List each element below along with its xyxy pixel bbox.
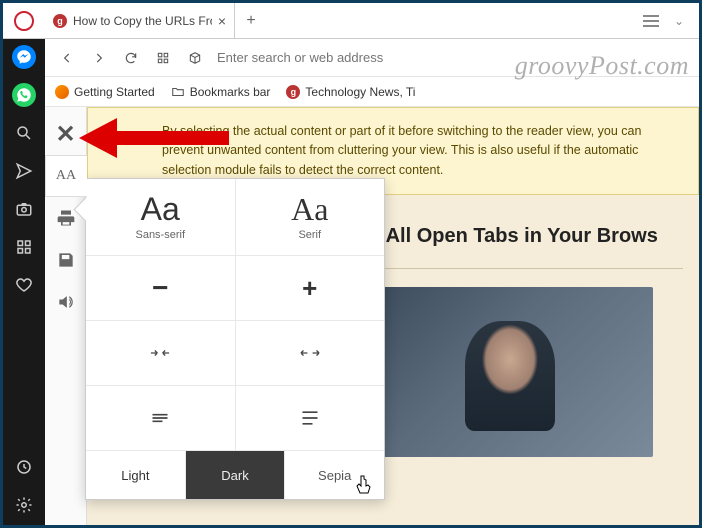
bookmark-tech-news[interactable]: g Technology News, Ti [286, 85, 415, 99]
font-settings-button[interactable]: AA [45, 155, 87, 197]
theme-label: Dark [221, 468, 248, 483]
close-reader-button[interactable]: ✕ [45, 113, 87, 155]
sample-text: Aa [291, 193, 328, 225]
groovypost-icon: g [286, 85, 300, 99]
search-icon[interactable] [12, 121, 36, 145]
decrease-line-height-button[interactable] [86, 386, 236, 450]
bookmark-label: Getting Started [74, 85, 155, 99]
option-label: Serif [298, 229, 321, 241]
bookmarks-bar: Getting Started Bookmarks bar g Technolog… [45, 77, 699, 107]
tab-title: How to Copy the URLs Fro [73, 14, 212, 28]
divider [363, 268, 683, 269]
opera-app-icon[interactable] [3, 3, 45, 38]
decrease-font-button[interactable]: − [86, 256, 236, 320]
option-label: Sans-serif [135, 229, 185, 241]
title-bar: g How to Copy the URLs Fro × + ⌄ [3, 3, 699, 39]
increase-line-height-button[interactable] [236, 386, 385, 450]
bookmark-label: Technology News, Ti [305, 85, 415, 99]
article-hero-image [363, 287, 653, 457]
folder-icon [171, 85, 185, 99]
close-tab-icon[interactable]: × [218, 13, 226, 29]
new-tab-button[interactable]: + [235, 3, 267, 38]
whatsapp-icon[interactable] [12, 83, 36, 107]
theme-dark-button[interactable]: Dark [186, 451, 286, 499]
theme-sepia-button[interactable]: Sepia [285, 451, 384, 499]
browser-sidebar [3, 39, 45, 525]
settings-icon[interactable] [12, 493, 36, 517]
easy-setup-icon[interactable] [643, 15, 659, 27]
bookmark-label: Bookmarks bar [190, 85, 271, 99]
wide-width-button[interactable] [236, 321, 385, 385]
forward-button[interactable] [85, 44, 113, 72]
font-serif-option[interactable]: Aa Serif [236, 179, 385, 255]
font-settings-popover: Aa Sans-serif Aa Serif − + Light Dark Se… [85, 178, 385, 500]
increase-font-button[interactable]: + [236, 256, 385, 320]
font-sans-serif-option[interactable]: Aa Sans-serif [86, 179, 236, 255]
nav-toolbar [45, 39, 699, 77]
reader-view-sidebar: ✕ AA [45, 107, 87, 525]
theme-label: Sepia [318, 468, 351, 483]
chevron-down-icon[interactable]: ⌄ [665, 14, 693, 28]
messenger-icon[interactable] [12, 45, 36, 69]
bookmark-folder-bookmarks-bar[interactable]: Bookmarks bar [171, 85, 271, 99]
send-icon[interactable] [12, 159, 36, 183]
narrow-width-button[interactable] [86, 321, 236, 385]
history-icon[interactable] [12, 455, 36, 479]
box-icon[interactable] [181, 44, 209, 72]
theme-light-button[interactable]: Light [86, 451, 186, 499]
theme-label: Light [121, 468, 149, 483]
reload-button[interactable] [117, 44, 145, 72]
camera-icon[interactable] [12, 197, 36, 221]
bookmark-getting-started[interactable]: Getting Started [55, 85, 155, 99]
tab-favicon: g [53, 14, 67, 28]
heart-icon[interactable] [12, 273, 36, 297]
address-bar[interactable] [213, 45, 691, 71]
speed-dial-icon[interactable] [149, 44, 177, 72]
save-button[interactable] [45, 239, 87, 281]
apps-grid-icon[interactable] [12, 235, 36, 259]
back-button[interactable] [53, 44, 81, 72]
volume-button[interactable] [45, 281, 87, 323]
sample-text: Aa [141, 193, 180, 225]
browser-tab[interactable]: g How to Copy the URLs Fro × [45, 3, 235, 38]
firefox-icon [55, 85, 69, 99]
